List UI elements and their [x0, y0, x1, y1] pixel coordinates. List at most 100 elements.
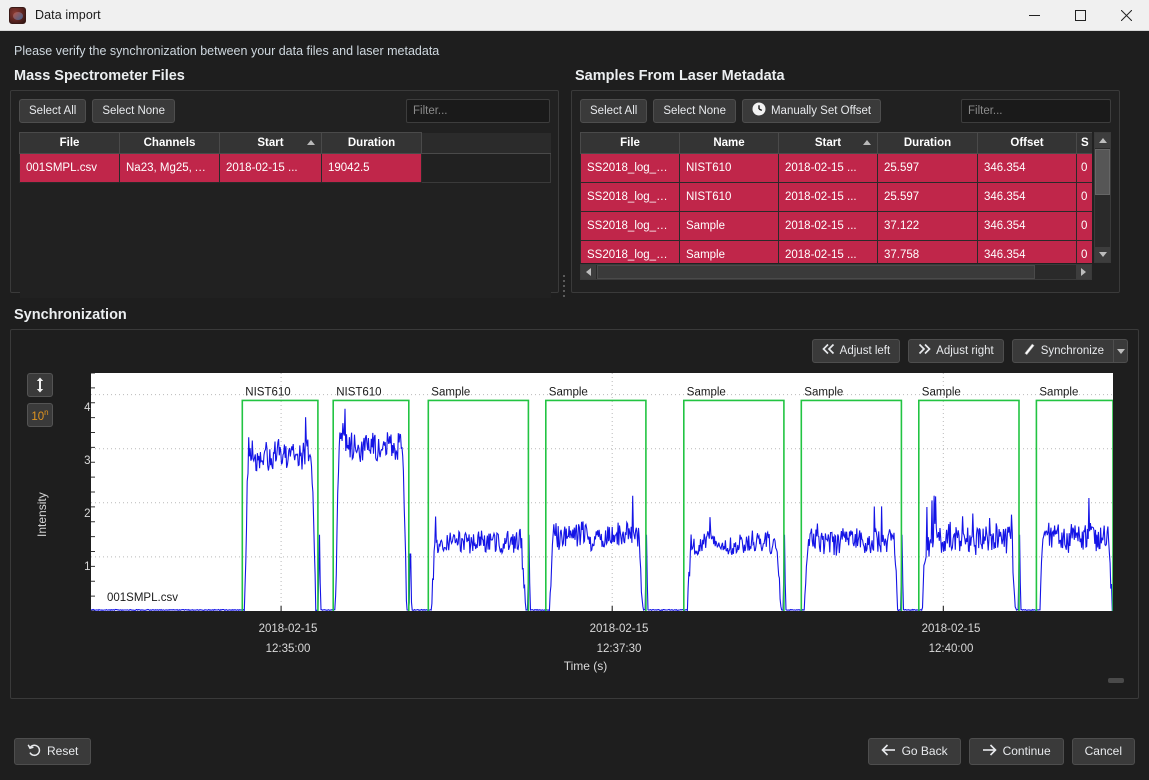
vertical-arrows-icon[interactable]	[27, 373, 53, 397]
cell-offset[interactable]: 346.354	[977, 182, 1077, 212]
chart-resize-grip[interactable]	[1108, 678, 1124, 683]
manually-set-offset-button[interactable]: Manually Set Offset	[741, 99, 882, 123]
left-select-all-button[interactable]: Select All	[19, 99, 87, 123]
table-row[interactable]: SS2018_log_201... Sample 2018-02-15 ... …	[580, 211, 1092, 241]
cell-duration[interactable]: 25.597	[877, 182, 978, 212]
horizontal-scroll-thumb[interactable]	[597, 265, 1035, 279]
cell-spacer	[421, 153, 551, 183]
clock-icon	[752, 102, 766, 121]
synchronization-toolbar: Adjust left Adjust right Synchronize	[11, 330, 1138, 363]
scroll-right-icon[interactable]	[1076, 265, 1091, 279]
column-header-file[interactable]: File	[19, 132, 120, 154]
continue-button[interactable]: Continue	[968, 737, 1064, 765]
cancel-button[interactable]: Cancel	[1071, 737, 1135, 765]
cell-start[interactable]: 2018-02-15 ...	[219, 153, 322, 183]
cell-duration[interactable]: 37.758	[877, 240, 978, 263]
samples-from-laser-metadata-panel: Samples From Laser Metadata Select All S…	[571, 68, 1120, 293]
cell-file[interactable]: SS2018_log_201...	[580, 211, 680, 241]
column-header-duration[interactable]: Duration	[877, 132, 978, 154]
scroll-down-icon[interactable]	[1095, 247, 1110, 262]
right-select-all-button[interactable]: Select All	[580, 99, 648, 123]
cell-s[interactable]: 0	[1076, 153, 1092, 183]
right-table-vertical-scrollbar[interactable]	[1094, 132, 1111, 263]
column-header-name[interactable]: Name	[679, 132, 779, 154]
cell-name[interactable]: Sample	[679, 211, 779, 241]
vertical-splitter-handle[interactable]	[563, 275, 565, 297]
cell-s[interactable]: 0	[1076, 182, 1092, 212]
table-row[interactable]: SS2018_log_201... Sample 2018-02-15 ... …	[580, 240, 1092, 263]
right-filter-input[interactable]: Filter...	[961, 99, 1111, 123]
column-header-s-truncated[interactable]: S	[1076, 132, 1092, 154]
chart-y-axis-label: Intensity	[35, 492, 49, 537]
chart-svg: NIST610 NIST610 Sample Sample Sample Sample Sa…	[91, 373, 1113, 611]
table-row[interactable]: SS2018_log_201... NIST610 2018-02-15 ...…	[580, 182, 1092, 212]
adjust-right-button[interactable]: Adjust right	[908, 339, 1004, 363]
continue-label: Continue	[1002, 744, 1051, 758]
window-title: Data import	[35, 8, 101, 22]
synchronize-button[interactable]: Synchronize	[1011, 339, 1114, 363]
chart-plot-area[interactable]: NIST610 NIST610 Sample Sample Sample Sample Sa…	[91, 373, 1113, 611]
right-select-none-button[interactable]: Select None	[653, 99, 736, 123]
cell-duration[interactable]: 25.597	[877, 153, 978, 183]
chart-x-axis-label: Time (s)	[563, 659, 608, 673]
synchronization-chart: 10n Intensity 4·10⁸ 3·10⁸ 2·10⁸ 1·10⁸ NI…	[11, 369, 1138, 687]
scroll-up-icon[interactable]	[1095, 133, 1110, 148]
cell-s[interactable]: 0	[1076, 240, 1092, 263]
chart-axis-buttons: 10n	[27, 373, 53, 427]
left-select-none-button[interactable]: Select None	[92, 99, 175, 123]
cell-name[interactable]: NIST610	[679, 153, 779, 183]
cell-file[interactable]: SS2018_log_201...	[580, 182, 680, 212]
chevron-double-right-icon	[918, 343, 931, 360]
cell-offset[interactable]: 346.354	[977, 153, 1077, 183]
cell-start[interactable]: 2018-02-15 ...	[778, 182, 878, 212]
column-header-start[interactable]: Start	[219, 132, 322, 154]
window-controls	[1011, 0, 1149, 31]
reset-button[interactable]: Reset	[14, 737, 92, 765]
cell-file[interactable]: 001SMPL.csv	[19, 153, 120, 183]
maximize-icon[interactable]	[1057, 0, 1103, 31]
cell-file[interactable]: SS2018_log_201...	[580, 153, 680, 183]
close-icon[interactable]	[1103, 0, 1149, 31]
column-header-file[interactable]: File	[580, 132, 680, 154]
reset-label: Reset	[47, 744, 79, 758]
cell-start[interactable]: 2018-02-15 ...	[778, 211, 878, 241]
svg-text:NIST610: NIST610	[336, 386, 381, 398]
minimize-icon[interactable]	[1011, 0, 1057, 31]
right-table-horizontal-scrollbar[interactable]	[580, 264, 1092, 280]
adjust-left-button[interactable]: Adjust left	[811, 339, 901, 363]
table-row[interactable]: SS2018_log_201... NIST610 2018-02-15 ...…	[580, 153, 1092, 183]
cell-file[interactable]: SS2018_log_201...	[580, 240, 680, 263]
x-tick-time: 12:40:00	[928, 643, 974, 655]
cell-start[interactable]: 2018-02-15 ...	[778, 240, 878, 263]
undo-icon	[27, 743, 41, 760]
column-header-spacer	[421, 132, 551, 154]
chevron-double-left-icon	[821, 343, 835, 360]
column-header-duration[interactable]: Duration	[321, 132, 422, 154]
column-header-offset[interactable]: Offset	[977, 132, 1077, 154]
cell-name[interactable]: NIST610	[679, 182, 779, 212]
cell-s[interactable]: 0	[1076, 211, 1092, 241]
column-header-start[interactable]: Start	[778, 132, 878, 154]
cell-offset[interactable]: 346.354	[977, 240, 1077, 263]
table-row[interactable]: 001SMPL.csv Na23, Mg25, Al2... 2018-02-1…	[19, 153, 551, 183]
left-table-body: 001SMPL.csv Na23, Mg25, Al2... 2018-02-1…	[19, 153, 551, 298]
chevron-down-icon[interactable]	[1114, 339, 1128, 363]
go-back-button[interactable]: Go Back	[867, 737, 961, 765]
cell-duration[interactable]: 19042.5	[321, 153, 422, 183]
cell-offset[interactable]: 346.354	[977, 211, 1077, 241]
scroll-left-icon[interactable]	[581, 265, 596, 279]
log-scale-label: 10	[31, 410, 45, 423]
vertical-scroll-thumb[interactable]	[1095, 149, 1110, 195]
cell-duration[interactable]: 37.122	[877, 211, 978, 241]
cell-start[interactable]: 2018-02-15 ...	[778, 153, 878, 183]
cell-name[interactable]: Sample	[679, 240, 779, 263]
mass-spectrometer-files-panel: Mass Spectrometer Files Select All Selec…	[10, 68, 559, 298]
dialog-footer: Reset Go Back Continue Cancel	[0, 722, 1149, 780]
column-header-channels[interactable]: Channels	[119, 132, 220, 154]
log-scale-button[interactable]: 10n	[27, 403, 53, 427]
svg-text:Sample: Sample	[922, 386, 961, 398]
instruction-banner: Please verify the synchronization betwee…	[14, 44, 440, 58]
left-filter-input[interactable]: Filter...	[406, 99, 550, 123]
table-header-row: File Channels Start Duration	[19, 132, 551, 154]
cell-channels[interactable]: Na23, Mg25, Al2...	[119, 153, 220, 183]
